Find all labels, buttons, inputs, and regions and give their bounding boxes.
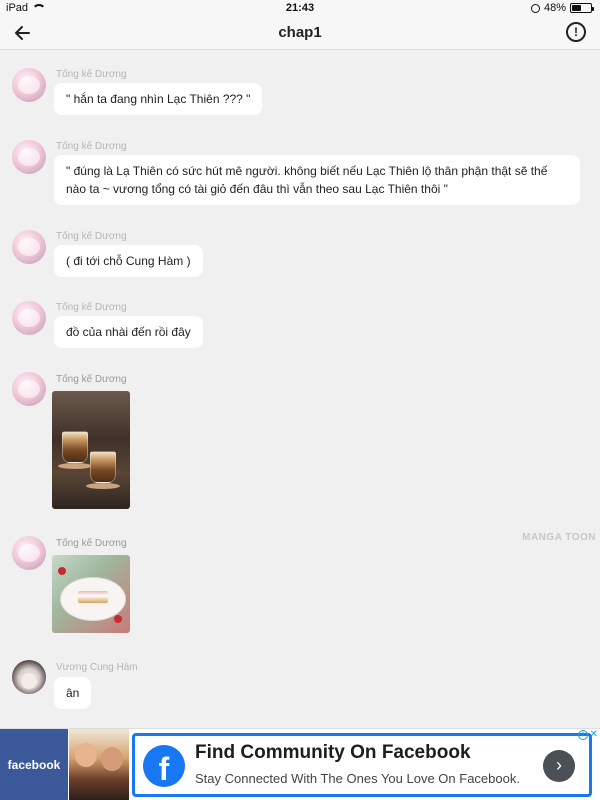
- battery-fill: [572, 5, 581, 11]
- watermark: MANGA TOON: [522, 532, 596, 543]
- message-bubble: đồ của nhài đến rồi đây: [54, 316, 203, 348]
- ad-info-icon[interactable]: i: [578, 730, 588, 740]
- message-bubble: ân: [54, 677, 92, 709]
- facebook-logo: facebook: [0, 729, 68, 800]
- orientation-lock-icon: [530, 3, 540, 13]
- top-bar: chap1 !: [0, 16, 600, 50]
- status-time: 21:43: [285, 2, 315, 14]
- sender-name: Tống kế Dương: [56, 374, 127, 385]
- status-bar: iPad 21:43 48%: [0, 0, 600, 16]
- saucer: [86, 483, 120, 489]
- message-bubble: ( đi tới chỗ Cung Hàm ): [54, 245, 203, 277]
- chevron-right-icon[interactable]: ›: [543, 750, 575, 782]
- sender-name: Tống kế Dương: [56, 141, 127, 152]
- avatar[interactable]: [12, 372, 46, 406]
- avatar[interactable]: [12, 140, 46, 174]
- avatar[interactable]: [12, 536, 46, 570]
- facebook-icon: f: [143, 745, 185, 787]
- avatar[interactable]: [12, 230, 46, 264]
- message-bubble: " hắn ta đang nhìn Lạc Thiên ??? ": [54, 83, 263, 115]
- ad-image: [69, 729, 129, 800]
- saucer: [58, 463, 92, 469]
- cake-slice: [78, 591, 108, 603]
- coffee-photo[interactable]: [52, 391, 130, 509]
- sender-name: Tống kế Dương: [56, 538, 127, 549]
- strawberry: [114, 615, 122, 623]
- ad-banner[interactable]: facebook f Find Community On Facebook St…: [0, 728, 600, 800]
- strawberry: [58, 567, 66, 575]
- status-right: 48%: [530, 2, 594, 14]
- sender-name: Tống kế Dương: [56, 231, 127, 242]
- ad-subtitle: Stay Connected With The Ones You Love On…: [195, 771, 520, 786]
- sender-name: Tống kế Dương: [56, 302, 127, 313]
- coffee-cup: [90, 451, 116, 483]
- avatar[interactable]: [12, 660, 46, 694]
- message-bubble: " đúng là Lạ Thiên có sức hút mê người. …: [54, 155, 580, 205]
- cake-photo[interactable]: [52, 555, 130, 633]
- coffee-cup: [62, 431, 88, 463]
- close-icon[interactable]: ✕: [590, 729, 598, 740]
- info-button[interactable]: !: [566, 22, 586, 42]
- sender-name: Tống kế Dương: [56, 69, 127, 80]
- battery-percent: 48%: [543, 2, 566, 14]
- ad-title: Find Community On Facebook: [195, 742, 471, 763]
- battery-icon: [570, 3, 594, 13]
- avatar[interactable]: [12, 301, 46, 335]
- avatar[interactable]: [12, 68, 46, 102]
- ad-panel[interactable]: f Find Community On Facebook Stay Connec…: [132, 733, 592, 797]
- page-title: chap1: [278, 24, 322, 41]
- alert-circle-icon: !: [574, 25, 578, 39]
- sender-name: Vương Cung Hàm: [56, 662, 138, 673]
